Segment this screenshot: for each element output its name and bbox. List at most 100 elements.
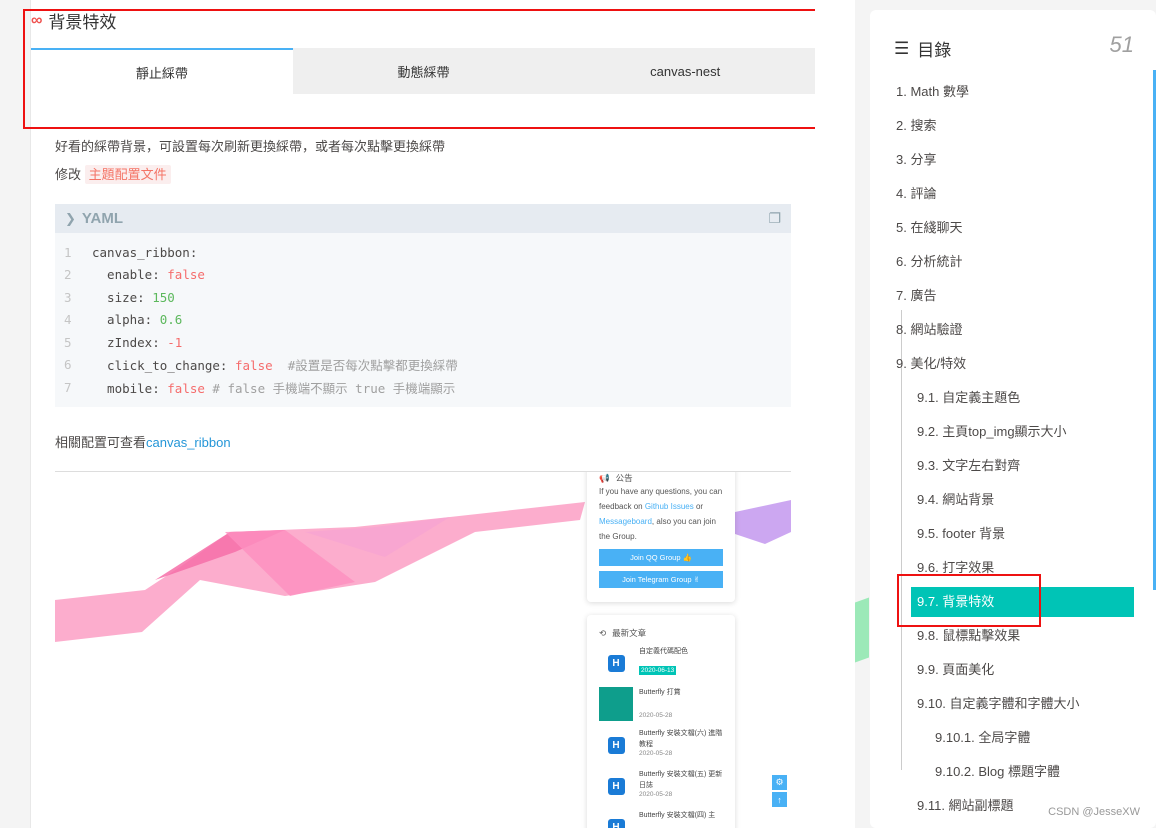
recent-post-item[interactable]: Butterfly 打賞 2020-05-28 <box>599 687 723 721</box>
line-number: 4 <box>64 312 72 328</box>
toc-item[interactable]: 9.4. 網站背景 <box>896 483 1136 517</box>
post-thumb <box>599 687 633 721</box>
code-line: 5 zIndex: -1 <box>55 331 791 354</box>
inline-code-config-file: 主題配置文件 <box>84 165 171 184</box>
code-key: enable: <box>92 267 168 283</box>
copy-icon[interactable]: ❐ <box>768 210 781 227</box>
toc-item[interactable]: 9.10.2. Blog 標題字體 <box>896 755 1136 789</box>
announcement-header: 📢 公告 <box>599 472 723 484</box>
post-title[interactable]: Butterfly 安裝文檔(四) 主 <box>639 810 715 821</box>
toc-item[interactable]: 1. Math 數學 <box>896 75 1136 109</box>
post-title[interactable]: Butterfly 打賞 <box>639 687 681 698</box>
post-thumb: H <box>599 646 633 680</box>
code-comment: # false 手機端不顯示 true 手機端顯示 <box>204 380 456 396</box>
announcement-text: If you have any questions, you can feedb… <box>599 484 723 544</box>
post-thumb: H <box>599 769 633 803</box>
github-issues-link[interactable]: Github Issues <box>645 502 694 511</box>
highlight-box-section <box>23 9 839 129</box>
code-header[interactable]: ❯ YAML ❐ <box>55 204 791 233</box>
toc-item[interactable]: 9. 美化/特效 <box>896 347 1136 381</box>
code-line: 2 enable: false <box>55 264 791 287</box>
code-key: zIndex: <box>92 334 168 350</box>
code-key: size: <box>92 289 153 305</box>
post-date: 2020-05-28 <box>639 791 673 798</box>
code-line: 7 mobile: false # false 手機端不顯示 true 手機端顯… <box>55 376 791 399</box>
arrow-up-icon[interactable]: ↑ <box>772 792 787 807</box>
post-title[interactable]: Butterfly 安裝文檔(五) 更新日誌 <box>639 769 723 791</box>
toc-item[interactable]: 3. 分享 <box>896 143 1136 177</box>
code-value: 150 <box>152 289 175 305</box>
toc-item[interactable]: 9.1. 自定義主題色 <box>896 381 1136 415</box>
post-title[interactable]: 自定義代碼配色 <box>639 646 688 657</box>
toc-item[interactable]: 9.9. 頁面美化 <box>896 653 1136 687</box>
megaphone-icon: 📢 <box>599 472 610 483</box>
recent-posts-header: ⟲ 最新文章 <box>599 627 723 639</box>
history-icon: ⟲ <box>599 627 607 638</box>
canvas-ribbon-link[interactable]: canvas_ribbon <box>146 435 231 450</box>
messageboard-link[interactable]: Messageboard <box>599 517 652 526</box>
intro-config-prefix: 修改 <box>55 167 82 182</box>
post-thumb-letter: H <box>607 654 625 672</box>
code-line: 6 click_to_change: false #設置是否每次點擊都更換綵帶 <box>55 354 791 377</box>
post-thumb-letter: H <box>607 818 625 828</box>
related-prefix: 相關配置可查看 <box>55 435 147 450</box>
announcement-text-2: or <box>693 502 704 511</box>
toc-item[interactable]: 9.3. 文字左右對齊 <box>896 449 1136 483</box>
toc-item[interactable]: 8. 網站驗證 <box>896 313 1136 347</box>
join-telegram-group-button[interactable]: Join Telegram Group ✌ <box>599 571 723 588</box>
toc-item[interactable]: 9.10. 自定義字體和字體大小 <box>896 687 1136 721</box>
code-line: 4 alpha: 0.6 <box>55 309 791 332</box>
toc-item[interactable]: 2. 搜索 <box>896 109 1136 143</box>
code-line: 3 size: 150 <box>55 286 791 309</box>
code-line: 1 canvas_ribbon: <box>55 241 791 264</box>
article-card: ∞ 背景特效 靜止綵帶 動態綵帶 canvas-nest 好看的綵帶背景，可設置… <box>23 0 839 828</box>
announcement-title: 公告 <box>615 473 633 483</box>
toc-list: 1. Math 數學 2. 搜索 3. 分享 4. 評論 5. 在綫聊天 6. … <box>896 75 1136 823</box>
toc-progress: 51 <box>1109 32 1134 57</box>
code-value: false <box>167 380 205 396</box>
toc-item[interactable]: 5. 在綫聊天 <box>896 211 1136 245</box>
related-config-line: 相關配置可查看canvas_ribbon <box>55 432 231 451</box>
code-comment: #設置是否每次點擊都更換綵帶 <box>272 358 458 374</box>
settings-icon[interactable]: ⚙ <box>772 775 787 790</box>
recent-posts-card: ⟲ 最新文章 H 自定義代碼配色 2020-06-13 Butterfly 打賞 20… <box>587 615 735 828</box>
line-number: 6 <box>64 357 72 373</box>
toc-item[interactable]: 6. 分析統計 <box>896 245 1136 279</box>
line-number: 5 <box>64 334 72 350</box>
recent-post-item[interactable]: H Butterfly 安裝文檔(六) 進階教程 2020-05-28 <box>599 728 723 762</box>
toc-item[interactable]: 9.2. 主頁top_img顯示大小 <box>896 415 1136 449</box>
code-lines: 1 canvas_ribbon: 2 enable: false 3 size: … <box>55 233 791 399</box>
post-date: 2020-06-13 <box>639 666 677 675</box>
join-qq-group-button[interactable]: Join QQ Group 👍 <box>599 549 723 566</box>
toc-item[interactable]: 9.5. footer 背景 <box>896 517 1136 551</box>
code-key: alpha: <box>92 312 160 328</box>
post-thumb-letter: H <box>607 777 625 795</box>
code-value: false <box>167 267 205 283</box>
post-title[interactable]: Butterfly 安裝文檔(六) 進階教程 <box>639 728 723 750</box>
post-thumb: H <box>599 728 633 762</box>
toc-item[interactable]: 9.10.1. 全局字體 <box>896 721 1136 755</box>
toc-header: ☰ 目錄 <box>894 36 951 61</box>
code-key: click_to_change: <box>92 358 235 374</box>
recent-post-item[interactable]: H Butterfly 安裝文檔(五) 更新日誌 2020-05-28 <box>599 769 723 803</box>
post-date: 2020-05-28 <box>639 750 673 757</box>
ribbon-fragment <box>855 597 869 663</box>
recent-post-item[interactable]: H 自定義代碼配色 2020-06-13 <box>599 646 723 680</box>
line-number: 3 <box>64 289 72 305</box>
post-thumb-letter: H <box>607 736 625 754</box>
code-key: canvas_ribbon: <box>92 244 198 260</box>
line-number: 7 <box>64 379 72 395</box>
code-value: -1 <box>167 334 183 350</box>
code-value: 0.6 <box>159 312 183 328</box>
line-number: 1 <box>64 244 72 260</box>
watermark: CSDN @JesseXW <box>1048 806 1140 818</box>
toc-item[interactable]: 7. 廣告 <box>896 279 1136 313</box>
code-block: ❯ YAML ❐ 1 canvas_ribbon: 2 enable: false… <box>55 204 791 407</box>
intro-config-line: 修改 主題配置文件 <box>55 164 171 184</box>
recent-posts-title: 最新文章 <box>612 628 647 638</box>
announcement-card: 📢 公告 If you have any questions, you can f… <box>587 472 735 602</box>
chevron-down-icon[interactable]: ❯ <box>65 211 76 227</box>
toc-item[interactable]: 4. 評論 <box>896 177 1136 211</box>
post-date: 2020-05-28 <box>639 712 673 719</box>
recent-post-item[interactable]: H Butterfly 安裝文檔(四) 主 <box>599 810 723 828</box>
